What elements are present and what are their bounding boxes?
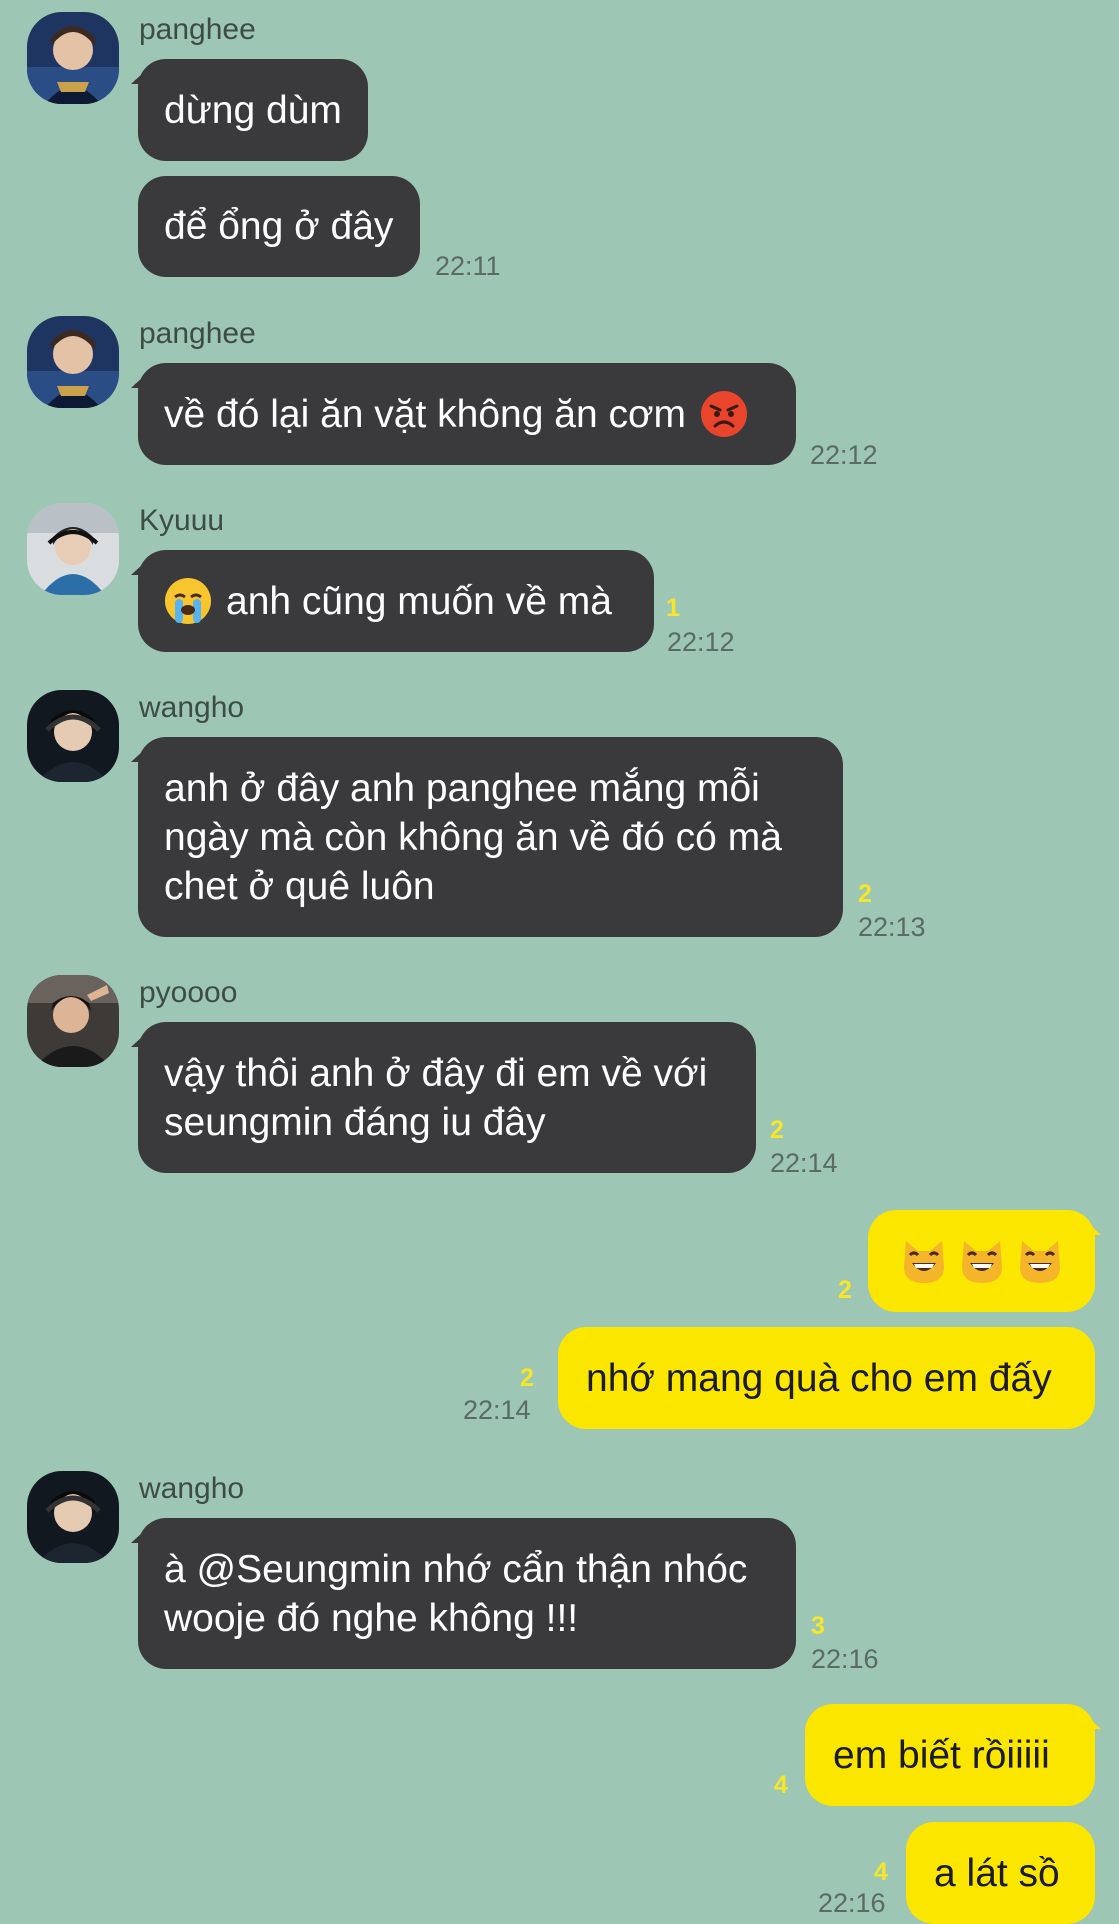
message-time: 22:16 (818, 1888, 886, 1918)
message-time: 22:12 (667, 627, 735, 657)
message-text: em biết rồiiiii (833, 1733, 1050, 1777)
message-text: về đó lại ăn vặt không ăn cơm (164, 392, 687, 436)
message-bubble[interactable]: em biết rồiiiii (805, 1704, 1095, 1806)
message-time: 22:14 (770, 1148, 838, 1178)
message-bubble[interactable]: anh ở đây anh panghee mắng mỗi ngày mà c… (138, 737, 843, 937)
unread-count: 2 (858, 880, 872, 908)
avatar-wangho[interactable] (27, 1471, 119, 1563)
avatar-panghee[interactable] (27, 316, 119, 408)
message-bubble[interactable]: vậy thôi anh ở đây đi em về với seungmin… (138, 1022, 756, 1173)
message-text: vậy thôi anh ở đây đi em về với seungmin… (164, 1051, 708, 1144)
loudly-crying-face-icon (164, 577, 212, 625)
avatar-image (27, 1471, 119, 1563)
avatar-image (27, 12, 119, 104)
message-bubble[interactable]: à @Seungmin nhớ cẩn thận nhóc wooje đó n… (138, 1518, 796, 1669)
message-bubble[interactable]: dừng dùm (138, 59, 368, 161)
message-time: 22:12 (810, 440, 878, 470)
message-time: 22:13 (858, 912, 926, 942)
message-time: 22:14 (463, 1395, 531, 1425)
sender-name: wangho (139, 1472, 245, 1505)
message-bubble[interactable]: anh cũng muốn về mà (138, 550, 654, 652)
angry-face-icon (700, 390, 748, 438)
message-text: để ổng ở đây (164, 205, 394, 248)
unread-count: 1 (666, 594, 680, 622)
unread-count: 3 (811, 1612, 825, 1640)
message-time: 22:11 (435, 251, 501, 281)
message-text: nhớ mang quà cho em đấy (586, 1356, 1052, 1400)
avatar-image (27, 503, 119, 595)
message-text: anh ở đây anh panghee mắng mỗi ngày mà c… (164, 766, 782, 908)
message-bubble[interactable] (868, 1210, 1095, 1312)
sender-name: wangho (139, 691, 245, 724)
unread-count: 2 (838, 1276, 852, 1304)
message-time: 22:16 (811, 1644, 879, 1674)
sender-name: Kyuuu (139, 504, 225, 537)
unread-count: 2 (520, 1364, 534, 1392)
avatar-wangho[interactable] (27, 690, 119, 782)
unread-count: 4 (774, 1771, 788, 1799)
message-text: dừng dùm (164, 88, 342, 132)
grinning-cat-icon (961, 1241, 1002, 1283)
avatar-kyuuu[interactable] (27, 503, 119, 595)
avatar-pyoooo[interactable] (27, 975, 119, 1067)
avatar-panghee[interactable] (27, 12, 119, 104)
avatar-image (27, 316, 119, 408)
message-bubble[interactable]: để ổng ở đây (138, 176, 420, 277)
grinning-cat-icon (1019, 1241, 1060, 1283)
sender-name: panghee (139, 317, 256, 350)
unread-count: 4 (874, 1858, 888, 1886)
message-bubble[interactable]: a lát sồ (906, 1822, 1095, 1924)
unread-count: 2 (770, 1116, 784, 1144)
message-bubble[interactable]: về đó lại ăn vặt không ăn cơm (138, 363, 796, 465)
avatar-image (27, 975, 119, 1067)
avatar-image (27, 690, 119, 782)
message-text: a lát sồ (934, 1851, 1060, 1895)
message-text: à @Seungmin nhớ cẩn thận nhóc wooje đó n… (164, 1547, 748, 1640)
grinning-cat-icon (903, 1241, 944, 1283)
sender-name: panghee (139, 13, 256, 46)
sender-name: pyoooo (139, 976, 238, 1009)
message-text: anh cũng muốn về mà (226, 579, 612, 623)
message-bubble[interactable]: nhớ mang quà cho em đấy (558, 1327, 1095, 1429)
